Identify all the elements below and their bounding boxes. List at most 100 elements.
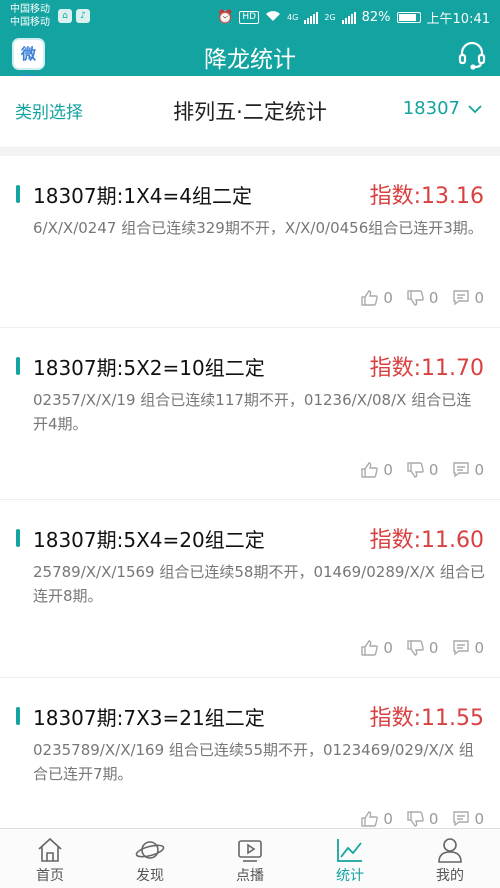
comment-button[interactable]: 0	[452, 461, 484, 479]
card-actions: 0 0 0	[361, 289, 484, 307]
like-count: 0	[383, 461, 393, 479]
tiktok-notification-icon: ♪	[76, 9, 90, 23]
card-title: 18307期:5X4=20组二定	[33, 528, 265, 552]
thumbs-down-icon	[407, 811, 424, 827]
card-title: 18307期:5X2=10组二定	[33, 356, 265, 380]
tab-label: 发现	[136, 868, 164, 884]
thumbs-up-icon	[361, 462, 379, 478]
card-description: 0235789/X/X/169 组合已连续55期不开，0123469/029/X…	[33, 741, 474, 783]
comment-icon	[453, 811, 470, 827]
like-button[interactable]: 0	[361, 289, 393, 307]
card-index: 指数:11.60	[369, 528, 484, 553]
card-title: 18307期:1X4=4组二定	[33, 184, 252, 208]
card-accent-bar	[16, 529, 20, 547]
card-index: 指数:11.70	[369, 356, 484, 381]
status-icons: ⏰ HD 4G 2G 82% 上午10:41	[217, 8, 490, 27]
notification-icons: ⌂ ♪	[58, 9, 90, 23]
home-icon	[38, 837, 62, 862]
comment-count: 0	[474, 810, 484, 828]
comment-count: 0	[474, 461, 484, 479]
like-button[interactable]: 0	[361, 639, 393, 657]
thumbs-down-icon	[407, 640, 424, 656]
card-actions: 0 0 0	[361, 639, 484, 657]
card-accent-bar	[16, 185, 20, 203]
bottom-tab-bar: 首页 发现 点播 统计 我的	[0, 828, 500, 888]
card-accent-bar	[16, 357, 20, 375]
carrier-2: 中国移动	[10, 17, 50, 28]
card-description: 6/X/X/0247 组合已连续329期不开，X/X/0/0456组合已连开3期…	[33, 219, 483, 237]
section-divider	[0, 148, 500, 156]
comment-button[interactable]: 0	[452, 810, 484, 828]
like-count: 0	[383, 810, 393, 828]
thumbs-down-icon	[407, 290, 424, 306]
clock: 上午10:41	[426, 12, 490, 27]
like-button[interactable]: 0	[361, 461, 393, 479]
thumbs-down-icon	[407, 462, 424, 478]
card-index: 指数:13.16	[369, 184, 484, 209]
issue-dropdown[interactable]: 18307	[403, 98, 482, 119]
alarm-icon: ⏰	[217, 10, 234, 25]
network-type: 4G	[287, 13, 299, 22]
card-actions: 0 0 0	[361, 810, 484, 828]
like-button[interactable]: 0	[361, 810, 393, 828]
signal-icon-2	[341, 11, 356, 24]
tab-label: 统计	[336, 868, 364, 884]
tab-label: 我的	[436, 868, 464, 884]
filter-bar: 类别选择 排列五·二定统计 18307	[0, 76, 500, 148]
issue-value: 18307	[402, 98, 460, 119]
stat-card[interactable]: 18307期:5X2=10组二定 指数:11.70 02357/X/X/19 组…	[0, 328, 500, 500]
comment-count: 0	[474, 639, 484, 657]
thumbs-up-icon	[361, 811, 379, 827]
stat-card[interactable]: 18307期:1X4=4组二定 指数:13.16 6/X/X/0247 组合已连…	[0, 156, 500, 328]
stat-card[interactable]: 18307期:7X3=21组二定 指数:11.55 0235789/X/X/16…	[0, 678, 500, 828]
tab-discover[interactable]: 发现	[100, 829, 200, 888]
carrier-info: 中国移动 中国移动	[10, 3, 50, 29]
play-icon	[238, 840, 262, 862]
dislike-button[interactable]: 0	[407, 461, 439, 479]
chevron-down-icon	[468, 104, 482, 113]
dislike-button[interactable]: 0	[407, 810, 439, 828]
card-accent-bar	[16, 707, 20, 725]
comment-button[interactable]: 0	[452, 639, 484, 657]
planet-icon	[135, 841, 165, 859]
comment-icon	[453, 462, 470, 478]
card-index: 指数:11.55	[369, 706, 484, 731]
signal-icon	[304, 11, 319, 24]
tab-ondemand[interactable]: 点播	[200, 829, 300, 888]
wifi-icon	[265, 10, 281, 26]
hd-badge: HD	[239, 11, 260, 24]
dislike-button[interactable]: 0	[407, 639, 439, 657]
card-actions: 0 0 0	[361, 461, 484, 479]
thumbs-up-icon	[361, 290, 379, 306]
comment-button[interactable]: 0	[452, 289, 484, 307]
dislike-count: 0	[428, 810, 439, 828]
user-icon	[438, 838, 462, 863]
battery-icon	[396, 12, 421, 23]
battery-percent: 82%	[361, 10, 391, 25]
thumbs-up-icon	[361, 640, 379, 656]
stat-card[interactable]: 18307期:5X4=20组二定 指数:11.60 25789/X/X/1569…	[0, 500, 500, 678]
home-notification-icon: ⌂	[58, 9, 72, 23]
tab-home[interactable]: 首页	[0, 829, 100, 888]
chart-icon	[337, 839, 362, 862]
card-description: 25789/X/X/1569 组合已连续58期不开，01469/0289/X/X…	[33, 563, 485, 605]
tab-label: 首页	[36, 868, 64, 884]
like-count: 0	[383, 289, 393, 307]
headset-icon[interactable]	[456, 39, 488, 71]
like-count: 0	[383, 639, 393, 657]
dislike-count: 0	[428, 461, 439, 479]
comment-icon	[453, 640, 470, 656]
card-title: 18307期:7X3=21组二定	[33, 706, 265, 730]
carrier-1: 中国移动	[10, 4, 50, 15]
tab-mine[interactable]: 我的	[400, 829, 500, 888]
dislike-count: 0	[428, 289, 439, 307]
card-description: 02357/X/X/19 组合已连续117期不开，01236/X/08/X 组合…	[33, 391, 472, 433]
network-type-2: 2G	[324, 13, 336, 22]
tab-statistics[interactable]: 统计	[300, 829, 400, 888]
status-bar: 中国移动 中国移动 ⌂ ♪ ⏰ HD 4G 2G 82% 上午10:41	[0, 0, 500, 34]
dislike-button[interactable]: 0	[407, 289, 439, 307]
dislike-count: 0	[428, 639, 439, 657]
tab-label: 点播	[236, 868, 264, 884]
app-header: 微彩 降龙统计	[0, 34, 500, 91]
comment-count: 0	[474, 289, 484, 307]
